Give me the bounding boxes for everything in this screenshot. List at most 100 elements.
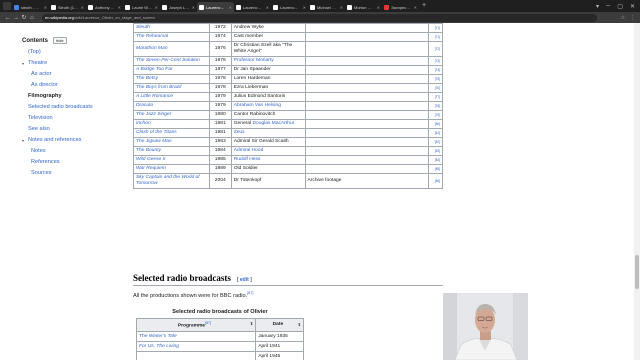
toc-item[interactable]: Sources [22, 168, 132, 179]
citation-link[interactable]: [83] [435, 149, 440, 153]
browser-tab[interactable]: Morton Gottlieb - Wikipedia✕ [345, 2, 382, 12]
new-tab-button[interactable]: + [422, 1, 426, 11]
citation-link[interactable]: [72] [435, 47, 440, 51]
toc-item[interactable]: Television [22, 113, 132, 124]
toc-item[interactable]: As director [22, 80, 132, 91]
citation-link[interactable]: [78] [435, 104, 440, 108]
programme-title-link[interactable]: For Us, The Living [135, 340, 257, 352]
toc-item[interactable]: As actor [22, 69, 132, 80]
col-date[interactable]: Date ⬍ [255, 318, 304, 332]
film-title-link[interactable]: Wild Geese II [133, 155, 210, 165]
col-programme[interactable]: Programme[87] ⬍ [135, 318, 257, 332]
bookmark-star-icon[interactable]: ☆ [621, 15, 625, 21]
browser-tab[interactable]: Laurie Woodward - Wikipedia✕ [123, 2, 160, 12]
back-icon[interactable]: ← [4, 15, 12, 21]
toc-item[interactable]: Notes [22, 146, 132, 157]
toc-item[interactable]: Selected radio broadcasts [22, 102, 132, 113]
citation-link[interactable]: [74] [435, 68, 440, 72]
tab-close-icon[interactable]: ✕ [155, 5, 158, 10]
film-title-link[interactable]: Sky Captain and the World of Tomorrow [133, 173, 210, 189]
role-link[interactable]: Professor Moriarty [234, 58, 274, 63]
tab-close-icon[interactable]: ✕ [414, 5, 417, 10]
tab-close-icon[interactable]: ✕ [192, 5, 195, 10]
maximize-icon[interactable]: ▢ [617, 3, 623, 10]
film-title-link[interactable]: A Little Romance [133, 92, 210, 102]
reload-icon[interactable]: ↻ [20, 14, 28, 21]
film-title-link[interactable]: War Requiem [133, 164, 210, 174]
film-title-link[interactable]: The Rehearsal [133, 32, 210, 42]
tab-close-icon[interactable]: ✕ [266, 5, 269, 10]
tab-close-icon[interactable]: ✕ [44, 5, 47, 10]
browser-tab[interactable]: Laurence Olivier - Wikipedia✕ [271, 2, 308, 12]
citation-link[interactable]: [71] [435, 26, 440, 30]
citation-link[interactable]: [84] [435, 158, 440, 162]
film-title-link[interactable]: The Jigsaw Man [133, 137, 210, 147]
citation-link[interactable]: [85] [435, 167, 440, 171]
page-scrollbar[interactable] [634, 23, 640, 360]
tab-close-icon[interactable]: ✕ [340, 5, 343, 10]
toc-item[interactable]: See also [22, 124, 132, 135]
citation-link[interactable]: [75] [435, 77, 440, 81]
role-link[interactable]: Rudolf Hess [234, 157, 261, 162]
citation-link[interactable]: [79] [435, 113, 440, 117]
sort-icon[interactable]: ⬍ [298, 321, 301, 328]
scrollbar-thumb[interactable] [635, 255, 639, 289]
citation-link[interactable]: [73] [435, 59, 440, 63]
browser-tab[interactable]: Laurence Olivier on stage and screen✕ [234, 2, 271, 12]
citation-link[interactable]: [81] [435, 131, 440, 135]
sort-icon[interactable]: ⬍ [250, 320, 253, 327]
close-window-icon[interactable]: ✕ [630, 3, 635, 10]
citation-link[interactable]: [82] [435, 140, 440, 144]
tab-close-icon[interactable]: ✕ [118, 5, 121, 10]
toc-item[interactable]: ▾ Notes and references [22, 135, 132, 146]
browser-tab[interactable]: sleuth - Google Поиск✕ [12, 2, 49, 12]
citation-link[interactable]: [76] [435, 86, 440, 90]
tab-close-icon[interactable]: ✕ [377, 5, 380, 10]
film-title-link[interactable]: A Bridge Too Far [133, 65, 210, 75]
role-link[interactable]: Zeus [234, 130, 245, 135]
url-input[interactable]: en.wikipedia.org/wiki/Laurence_Olivier_o… [42, 13, 597, 22]
browser-tab[interactable]: Laurence Olivier on stage and screen✕ [197, 2, 234, 12]
forward-icon[interactable]: → [12, 15, 20, 21]
programme-title-link[interactable]: The Winter's Tale [135, 330, 257, 342]
citation-link[interactable]: [71] [435, 35, 440, 39]
browser-tab[interactable]: Sleuth (1972 film) - Wikipedia✕ [49, 2, 86, 12]
edit-section-link[interactable]: edit [240, 277, 249, 283]
toc-item[interactable]: ▾ Theatre [22, 58, 132, 69]
film-title-link[interactable]: The Bounty [133, 146, 210, 156]
citation-link[interactable]: [86] [435, 179, 440, 183]
tab-close-icon[interactable]: ✕ [229, 5, 232, 10]
tab-close-icon[interactable]: ✕ [81, 5, 84, 10]
film-title-link[interactable]: Clash of the Titans [133, 128, 210, 138]
browser-tab[interactable]: Joseph L. Mankiewicz - Wikipedia✕ [160, 2, 197, 12]
citation-link[interactable]: [87] [205, 321, 211, 325]
browser-menu-icon[interactable] [3, 2, 11, 10]
citation-link[interactable]: [77] [435, 95, 440, 99]
film-title-link[interactable]: The Boys from Brazil [133, 83, 210, 93]
programme-title-link[interactable] [135, 350, 257, 360]
home-icon[interactable]: ⌂ [28, 15, 36, 21]
role-link[interactable]: Douglas MacArthur [252, 121, 294, 126]
toc-item[interactable]: Filmography [22, 91, 132, 102]
film-title-link[interactable]: Marathon Man [133, 41, 210, 57]
toc-item[interactable]: References [22, 157, 132, 168]
toc-hide-button[interactable]: hide [53, 37, 67, 44]
film-title-link[interactable]: Sleuth [133, 23, 210, 33]
browser-tab[interactable]: Michael Caine - Wikipedia✕ [308, 2, 345, 12]
film-title-link[interactable]: The Betsy [133, 74, 210, 84]
toc-item[interactable]: (Top) [22, 47, 132, 58]
role-link[interactable]: Abraham Van Helsing [234, 103, 281, 108]
browser-tab[interactable]: Anthony Shaffer (writer) - Wikipedia✕ [86, 2, 123, 12]
role-link[interactable]: Admiral Hood [234, 148, 264, 153]
browser-tab[interactable]: Экспресс-панель✕ [382, 2, 419, 12]
film-title-link[interactable]: Dracula [133, 101, 210, 111]
citation-link[interactable]: [80] [435, 122, 440, 126]
tab-close-icon[interactable]: ✕ [303, 5, 306, 10]
citation-link[interactable]: [87] [247, 291, 253, 295]
kebab-menu-icon[interactable]: ⋮ [630, 15, 635, 21]
film-title-link[interactable]: The Jazz Singer [133, 110, 210, 120]
tab-search-icon[interactable]: ▾ [596, 3, 599, 10]
film-title-link[interactable]: Inchon [133, 119, 210, 129]
minimize-icon[interactable]: ─ [606, 3, 610, 10]
film-title-link[interactable]: The Seven-Per-Cent Solution [133, 56, 210, 66]
